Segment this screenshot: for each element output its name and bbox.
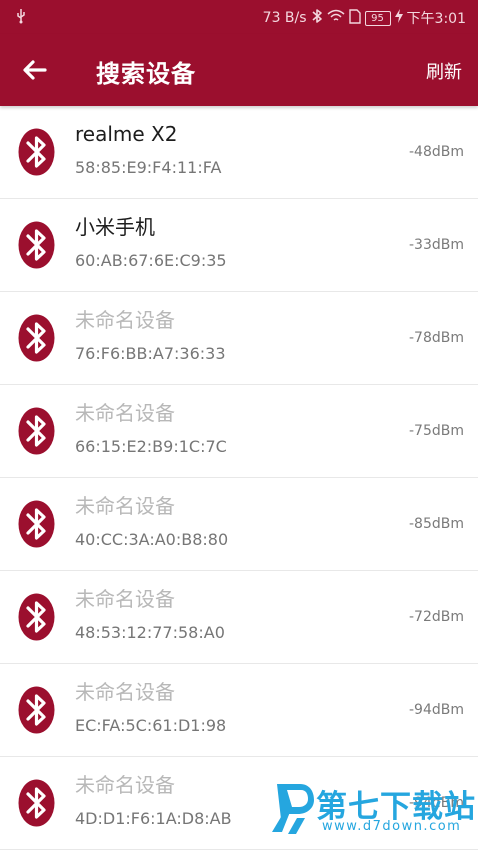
refresh-button[interactable]: 刷新 <box>426 58 462 84</box>
device-name: 未命名设备 <box>75 587 175 611</box>
device-name: 小米手机 <box>75 215 155 239</box>
device-list: realme X2 58:85:E9:F4:11:FA -48dBm 小米手机 60:A… <box>0 106 478 850</box>
device-signal-strength: -94dBm <box>409 702 464 718</box>
bluetooth-icon <box>18 593 55 641</box>
device-mac-address: 40:CC:3A:A0:B8:80 <box>75 530 229 549</box>
bluetooth-icon <box>18 686 55 734</box>
device-signal-strength: -33dBm <box>409 237 464 253</box>
device-signal-strength: -72dBm <box>409 609 464 625</box>
page-title: 搜索设备 <box>96 60 196 88</box>
bluetooth-icon <box>18 779 55 827</box>
watermark: 第七下载站 www.d7down.com <box>272 782 475 836</box>
network-speed: 73 B/s <box>262 10 307 26</box>
device-signal-strength: -75dBm <box>409 423 464 439</box>
device-list-item[interactable]: 未命名设备 66:15:E2:B9:1C:7C -75dBm <box>0 385 478 478</box>
status-indicators: 73 B/s 95 下午3:01 <box>263 8 466 28</box>
wifi-icon <box>327 9 345 27</box>
bluetooth-icon <box>18 128 55 176</box>
device-list-item[interactable]: 未命名设备 40:CC:3A:A0:B8:80 -85dBm <box>0 478 478 571</box>
bluetooth-icon <box>18 314 55 362</box>
device-name: 未命名设备 <box>75 680 175 704</box>
sim-icon <box>348 8 361 28</box>
bluetooth-icon <box>18 407 55 455</box>
usb-icon <box>14 8 28 24</box>
d7down-logo-icon <box>272 782 314 836</box>
app-bar: 搜索设备 刷新 <box>0 34 478 106</box>
bluetooth-icon <box>18 500 55 548</box>
device-signal-strength: -48dBm <box>409 144 464 160</box>
device-name: realme X2 <box>75 122 178 146</box>
device-list-item[interactable]: realme X2 58:85:E9:F4:11:FA -48dBm <box>0 106 478 199</box>
status-time: 下午3:01 <box>406 11 466 27</box>
device-signal-strength: -78dBm <box>409 330 464 346</box>
bluetooth-icon <box>18 221 55 269</box>
device-mac-address: EC:FA:5C:61:D1:98 <box>75 716 227 735</box>
bluetooth-status-icon <box>311 8 323 28</box>
device-mac-address: 48:53:12:77:58:A0 <box>75 623 225 642</box>
device-name: 未命名设备 <box>75 401 175 425</box>
device-mac-address: 66:15:E2:B9:1C:7C <box>75 437 227 456</box>
back-button[interactable] <box>18 55 52 85</box>
device-name: 未命名设备 <box>75 494 175 518</box>
device-name: 未命名设备 <box>75 773 175 797</box>
app-screen: 73 B/s 95 下午3:01 搜索设备 刷新 realme X2 58:85… <box>0 0 478 850</box>
device-signal-strength: -85dBm <box>409 516 464 532</box>
status-bar: 73 B/s 95 下午3:01 <box>0 0 478 34</box>
device-list-item[interactable]: 未命名设备 EC:FA:5C:61:D1:98 -94dBm <box>0 664 478 757</box>
device-mac-address: 4D:D1:F6:1A:D8:AB <box>75 809 232 828</box>
device-list-item[interactable]: 小米手机 60:AB:67:6E:C9:35 -33dBm <box>0 199 478 292</box>
charging-icon <box>394 9 403 27</box>
device-name: 未命名设备 <box>75 308 175 332</box>
device-mac-address: 60:AB:67:6E:C9:35 <box>75 251 227 270</box>
device-list-item[interactable]: 未命名设备 76:F6:BB:A7:36:33 -78dBm <box>0 292 478 385</box>
device-mac-address: 76:F6:BB:A7:36:33 <box>75 344 226 363</box>
battery-indicator: 95 <box>364 10 391 26</box>
device-list-item[interactable]: 未命名设备 48:53:12:77:58:A0 -72dBm <box>0 571 478 664</box>
arrow-left-icon <box>23 60 47 80</box>
device-mac-address: 58:85:E9:F4:11:FA <box>75 158 222 177</box>
watermark-url: www.d7down.com <box>322 819 462 834</box>
